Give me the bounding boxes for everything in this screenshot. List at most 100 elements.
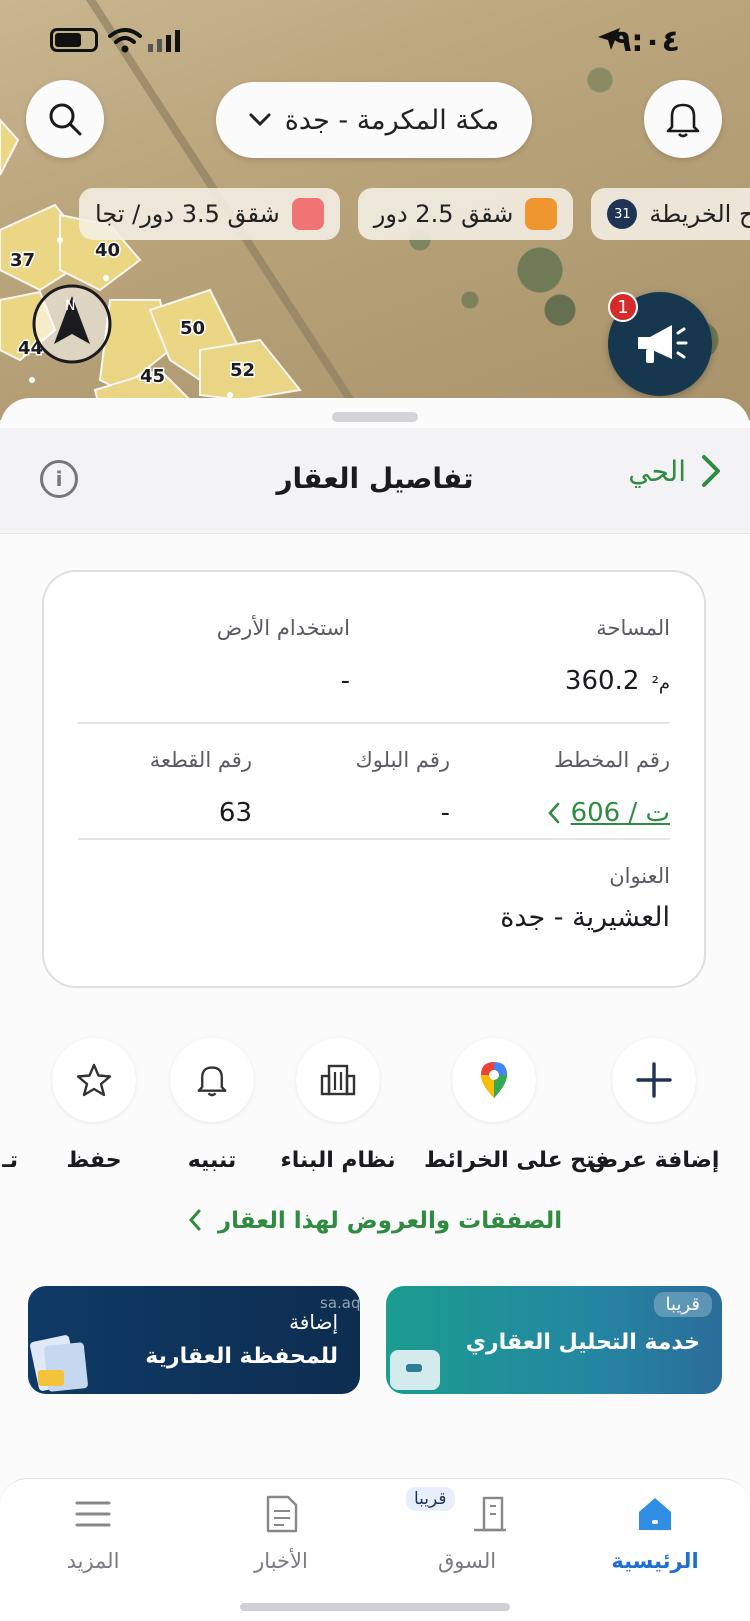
property-details-card: المساحة 360.2 م² استخدام الأرض - رقم الم… xyxy=(42,570,706,988)
map-pin-icon xyxy=(481,1062,507,1098)
bottom-tab-bar: الرئيسية قريبا السوق الأخبار المزيد xyxy=(0,1478,750,1621)
address-value: العشيرية - جدة xyxy=(500,902,670,933)
area-number: 360.2 xyxy=(564,666,640,696)
sheet-header: i تفاصيل العقار الحي xyxy=(0,428,750,534)
city-selector[interactable]: مكة المكرمة - جدة xyxy=(216,82,532,158)
map-key-badge: 31 xyxy=(607,199,638,229)
deals-offers-link[interactable]: الصفقات والعروض لهذا العقار xyxy=(0,1208,750,1234)
plot-value: 63 xyxy=(218,798,252,828)
plot-label-50: 50 xyxy=(180,318,205,339)
open-in-maps-label: فتح على الخرائط xyxy=(424,1148,610,1173)
address-cell: العنوان العشيرية - جدة xyxy=(500,864,670,933)
map-key-label: مفتاح الخريطة xyxy=(649,200,750,228)
plan-value-wrap: 606 / ت xyxy=(547,798,670,831)
plot-label-45: 45 xyxy=(140,366,165,387)
more-action-partial[interactable]: تـ xyxy=(0,1038,18,1173)
plot-cell: رقم القطعة 63 xyxy=(150,748,252,828)
document-illustration-icon xyxy=(29,1335,88,1392)
map-view[interactable]: 37 40 44 45 50 52 ٩:٠٤ مكة المكرمة - جدة… xyxy=(0,0,750,420)
property-actions: إضافة عرض فتح على الخرائط نظام البناء تن… xyxy=(0,1038,750,1173)
app-screen: 37 40 44 45 50 52 ٩:٠٤ مكة المكرمة - جدة… xyxy=(0,0,750,1621)
building-code-label: نظام البناء xyxy=(280,1148,396,1173)
chevron-left-icon xyxy=(188,1209,201,1231)
map-key-chip[interactable]: مفتاح الخريطة 31 xyxy=(591,188,750,240)
bell-icon xyxy=(666,103,700,138)
real-estate-analysis-banner[interactable]: قريبا خدمة التحليل العقاري xyxy=(386,1286,722,1394)
chevron-left-icon xyxy=(547,802,559,824)
land-use-label: استخدام الأرض xyxy=(216,616,350,640)
open-in-maps-action[interactable]: فتح على الخرائط xyxy=(424,1038,610,1173)
land-use-value: - xyxy=(340,666,350,696)
tab-more[interactable]: المزيد xyxy=(18,1491,168,1573)
area-value: 360.2 م² xyxy=(565,666,670,696)
city-selector-label: مكة المكرمة - جدة xyxy=(284,104,500,136)
land-use-cell: استخدام الأرض - xyxy=(217,616,350,696)
chevron-down-icon xyxy=(249,113,271,127)
megaphone-icon xyxy=(638,325,688,363)
tab-market-label: السوق xyxy=(437,1549,497,1573)
alert-button[interactable] xyxy=(170,1038,254,1122)
legend-swatch-red xyxy=(291,198,324,230)
divider xyxy=(78,722,670,724)
tab-market[interactable]: قريبا السوق xyxy=(392,1487,542,1573)
tab-home-label: الرئيسية xyxy=(611,1549,699,1573)
block-value: - xyxy=(440,798,450,828)
compass-icon[interactable]: N xyxy=(30,282,114,366)
tab-news[interactable]: الأخبار xyxy=(206,1491,356,1573)
save-action[interactable]: حفظ xyxy=(24,1038,164,1173)
tab-more-label: المزيد xyxy=(66,1549,120,1573)
building-code-action[interactable]: نظام البناء xyxy=(268,1038,408,1173)
open-in-maps-button[interactable] xyxy=(452,1038,536,1122)
back-link-label: الحي xyxy=(628,454,686,488)
plan-number: 606 / ت xyxy=(570,798,670,828)
plot-label-52: 52 xyxy=(230,360,255,381)
more-action-label: تـ xyxy=(2,1148,18,1173)
address-label: العنوان xyxy=(609,864,670,888)
battery-icon xyxy=(50,28,98,52)
bell-icon xyxy=(197,1066,227,1097)
search-button[interactable] xyxy=(26,80,104,158)
tab-news-label: الأخبار xyxy=(254,1549,308,1573)
signal-icon xyxy=(148,30,180,52)
plot-label: رقم القطعة xyxy=(149,748,252,772)
plan-number-link[interactable]: 606 / ت xyxy=(547,798,670,828)
map-legend-chips: مفتاح الخريطة 31 شقق 2.5 دور شقق 3.5 دور… xyxy=(79,188,750,240)
divider xyxy=(78,838,670,840)
save-button[interactable] xyxy=(52,1038,136,1122)
tab-home[interactable]: الرئيسية xyxy=(580,1491,730,1573)
star-icon xyxy=(76,1063,112,1097)
area-cell: المساحة 360.2 م² xyxy=(565,616,670,696)
chevron-right-icon xyxy=(702,455,720,487)
wifi-icon xyxy=(108,28,142,53)
status-bar: ٩:٠٤ xyxy=(0,0,750,80)
menu-icon xyxy=(18,1491,168,1537)
legend-label: شقق 3.5 دور/ تجا xyxy=(95,200,280,228)
sheet-grabber[interactable] xyxy=(332,412,418,422)
legend-chip-apartments-2-5[interactable]: شقق 2.5 دور xyxy=(357,188,574,240)
save-label: حفظ xyxy=(66,1148,122,1173)
legend-chip-apartments-3-5[interactable]: شقق 3.5 دور/ تجا xyxy=(79,188,340,240)
portfolio-banner[interactable]: sa.aqa إضافة للمحفظة العقارية xyxy=(28,1286,360,1394)
soon-tag: قريبا xyxy=(653,1292,712,1317)
banner-title: خدمة التحليل العقاري xyxy=(465,1330,700,1355)
notifications-button[interactable] xyxy=(644,80,722,158)
plus-icon xyxy=(636,1062,672,1098)
area-unit: م² xyxy=(651,673,670,694)
add-offer-button[interactable] xyxy=(612,1038,696,1122)
card-illustration-icon xyxy=(390,1350,440,1390)
legend-label: شقق 2.5 دور xyxy=(373,200,514,228)
announcement-count-badge: 1 xyxy=(608,292,638,322)
building-code-button[interactable] xyxy=(296,1038,380,1122)
market-soon-badge: قريبا xyxy=(406,1487,455,1511)
block-cell: رقم البلوك - xyxy=(355,748,450,828)
plot-label-37: 37 xyxy=(10,250,35,271)
plot-label-40: 40 xyxy=(95,240,120,261)
news-icon xyxy=(206,1491,356,1537)
area-label: المساحة xyxy=(596,616,670,640)
plan-cell: رقم المخطط 606 / ت xyxy=(547,748,670,831)
property-sheet: i تفاصيل العقار الحي المساحة 360.2 م² اس… xyxy=(0,398,750,1621)
status-time: ٩:٠٤ xyxy=(613,24,680,59)
legend-swatch-orange xyxy=(525,198,558,230)
neighborhood-back-link[interactable]: الحي xyxy=(628,454,722,488)
block-label: رقم البلوك xyxy=(355,748,450,772)
